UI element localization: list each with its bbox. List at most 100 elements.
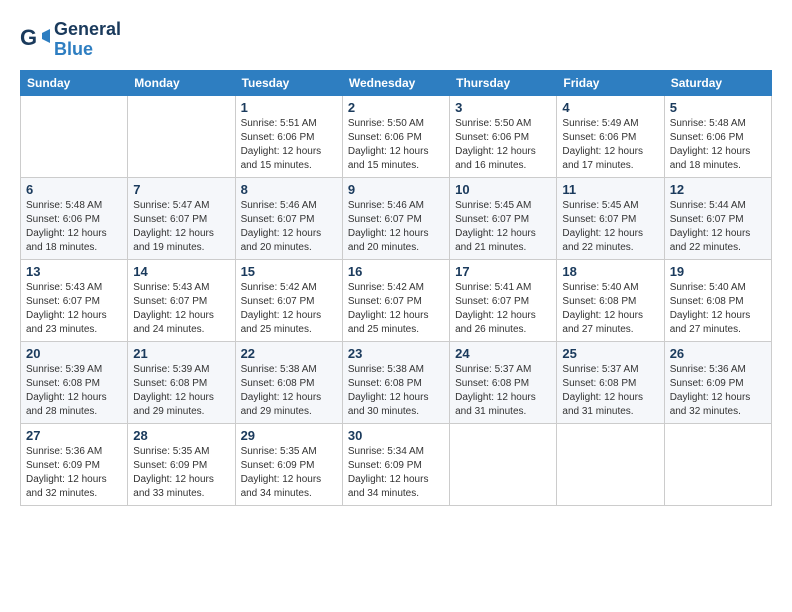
day-info: Sunrise: 5:47 AM Sunset: 6:07 PM Dayligh…: [133, 199, 229, 255]
calendar-week-2: 6 Sunrise: 5:48 AM Sunset: 6:06 PM Daylig…: [21, 177, 772, 259]
calendar-cell: 8 Sunrise: 5:46 AM Sunset: 6:07 PM Daylig…: [235, 177, 342, 259]
col-header-tuesday: Tuesday: [235, 70, 342, 95]
calendar-cell: 4 Sunrise: 5:49 AM Sunset: 6:06 PM Daylig…: [557, 95, 664, 177]
day-info: Sunrise: 5:42 AM Sunset: 6:07 PM Dayligh…: [348, 281, 444, 337]
calendar-week-3: 13 Sunrise: 5:43 AM Sunset: 6:07 PM Dayli…: [21, 259, 772, 341]
logo-text: General Blue: [54, 20, 121, 60]
day-number: 8: [241, 182, 337, 197]
col-header-friday: Friday: [557, 70, 664, 95]
calendar-cell: [21, 95, 128, 177]
day-number: 26: [670, 346, 766, 361]
calendar-cell: 11 Sunrise: 5:45 AM Sunset: 6:07 PM Dayli…: [557, 177, 664, 259]
day-info: Sunrise: 5:35 AM Sunset: 6:09 PM Dayligh…: [241, 445, 337, 501]
col-header-saturday: Saturday: [664, 70, 771, 95]
calendar-cell: 24 Sunrise: 5:37 AM Sunset: 6:08 PM Dayli…: [450, 341, 557, 423]
day-info: Sunrise: 5:39 AM Sunset: 6:08 PM Dayligh…: [133, 363, 229, 419]
calendar-cell: 16Sunrise: 5:42 AM Sunset: 6:07 PM Dayli…: [342, 259, 449, 341]
day-info: Sunrise: 5:49 AM Sunset: 6:06 PM Dayligh…: [562, 117, 658, 173]
calendar-week-5: 27Sunrise: 5:36 AM Sunset: 6:09 PM Dayli…: [21, 423, 772, 505]
day-number: 12: [670, 182, 766, 197]
calendar-cell: [128, 95, 235, 177]
calendar-cell: 17 Sunrise: 5:41 AM Sunset: 6:07 PM Dayli…: [450, 259, 557, 341]
col-header-thursday: Thursday: [450, 70, 557, 95]
logo-icon: G: [20, 25, 50, 55]
day-number: 23: [348, 346, 444, 361]
day-info: Sunrise: 5:50 AM Sunset: 6:06 PM Dayligh…: [455, 117, 551, 173]
day-number: 1: [241, 100, 337, 115]
day-info: Sunrise: 5:41 AM Sunset: 6:07 PM Dayligh…: [455, 281, 551, 337]
day-info: Sunrise: 5:35 AM Sunset: 6:09 PM Dayligh…: [133, 445, 229, 501]
day-info: Sunrise: 5:43 AM Sunset: 6:07 PM Dayligh…: [133, 281, 229, 337]
day-number: 4: [562, 100, 658, 115]
day-number: 3: [455, 100, 551, 115]
calendar-cell: 9Sunrise: 5:46 AM Sunset: 6:07 PM Daylig…: [342, 177, 449, 259]
day-number: 22: [241, 346, 337, 361]
day-number: 20: [26, 346, 122, 361]
calendar-cell: [450, 423, 557, 505]
day-number: 24: [455, 346, 551, 361]
day-number: 6: [26, 182, 122, 197]
calendar-cell: 20 Sunrise: 5:39 AM Sunset: 6:08 PM Dayli…: [21, 341, 128, 423]
calendar-week-1: 1Sunrise: 5:51 AM Sunset: 6:06 PM Daylig…: [21, 95, 772, 177]
day-number: 25: [562, 346, 658, 361]
day-number: 11: [562, 182, 658, 197]
day-info: Sunrise: 5:40 AM Sunset: 6:08 PM Dayligh…: [562, 281, 658, 337]
col-header-monday: Monday: [128, 70, 235, 95]
day-number: 15: [241, 264, 337, 279]
calendar-cell: 28Sunrise: 5:35 AM Sunset: 6:09 PM Dayli…: [128, 423, 235, 505]
calendar-cell: 13 Sunrise: 5:43 AM Sunset: 6:07 PM Dayli…: [21, 259, 128, 341]
day-info: Sunrise: 5:45 AM Sunset: 6:07 PM Dayligh…: [562, 199, 658, 255]
day-number: 30: [348, 428, 444, 443]
day-info: Sunrise: 5:48 AM Sunset: 6:06 PM Dayligh…: [670, 117, 766, 173]
day-number: 9: [348, 182, 444, 197]
calendar-cell: 25 Sunrise: 5:37 AM Sunset: 6:08 PM Dayli…: [557, 341, 664, 423]
day-number: 5: [670, 100, 766, 115]
calendar-cell: 15 Sunrise: 5:42 AM Sunset: 6:07 PM Dayli…: [235, 259, 342, 341]
day-info: Sunrise: 5:39 AM Sunset: 6:08 PM Dayligh…: [26, 363, 122, 419]
day-number: 19: [670, 264, 766, 279]
day-info: Sunrise: 5:36 AM Sunset: 6:09 PM Dayligh…: [26, 445, 122, 501]
day-number: 2: [348, 100, 444, 115]
calendar-cell: 10 Sunrise: 5:45 AM Sunset: 6:07 PM Dayli…: [450, 177, 557, 259]
day-info: Sunrise: 5:37 AM Sunset: 6:08 PM Dayligh…: [455, 363, 551, 419]
day-number: 18: [562, 264, 658, 279]
calendar-cell: 21 Sunrise: 5:39 AM Sunset: 6:08 PM Dayli…: [128, 341, 235, 423]
calendar-cell: 26Sunrise: 5:36 AM Sunset: 6:09 PM Dayli…: [664, 341, 771, 423]
calendar-cell: 22 Sunrise: 5:38 AM Sunset: 6:08 PM Dayli…: [235, 341, 342, 423]
col-header-sunday: Sunday: [21, 70, 128, 95]
day-info: Sunrise: 5:40 AM Sunset: 6:08 PM Dayligh…: [670, 281, 766, 337]
calendar-cell: 18 Sunrise: 5:40 AM Sunset: 6:08 PM Dayli…: [557, 259, 664, 341]
day-number: 14: [133, 264, 229, 279]
day-info: Sunrise: 5:45 AM Sunset: 6:07 PM Dayligh…: [455, 199, 551, 255]
day-info: Sunrise: 5:50 AM Sunset: 6:06 PM Dayligh…: [348, 117, 444, 173]
day-info: Sunrise: 5:48 AM Sunset: 6:06 PM Dayligh…: [26, 199, 122, 255]
page-header: G General Blue: [20, 20, 772, 60]
calendar-cell: 12 Sunrise: 5:44 AM Sunset: 6:07 PM Dayli…: [664, 177, 771, 259]
calendar-cell: 7 Sunrise: 5:47 AM Sunset: 6:07 PM Daylig…: [128, 177, 235, 259]
day-info: Sunrise: 5:44 AM Sunset: 6:07 PM Dayligh…: [670, 199, 766, 255]
day-info: Sunrise: 5:37 AM Sunset: 6:08 PM Dayligh…: [562, 363, 658, 419]
day-info: Sunrise: 5:43 AM Sunset: 6:07 PM Dayligh…: [26, 281, 122, 337]
day-number: 10: [455, 182, 551, 197]
calendar-cell: 27Sunrise: 5:36 AM Sunset: 6:09 PM Dayli…: [21, 423, 128, 505]
calendar-week-4: 20 Sunrise: 5:39 AM Sunset: 6:08 PM Dayli…: [21, 341, 772, 423]
calendar-cell: 23Sunrise: 5:38 AM Sunset: 6:08 PM Dayli…: [342, 341, 449, 423]
calendar-cell: [557, 423, 664, 505]
calendar-cell: 29 Sunrise: 5:35 AM Sunset: 6:09 PM Dayli…: [235, 423, 342, 505]
day-info: Sunrise: 5:46 AM Sunset: 6:07 PM Dayligh…: [241, 199, 337, 255]
logo: G General Blue: [20, 20, 121, 60]
day-number: 21: [133, 346, 229, 361]
calendar-cell: 2 Sunrise: 5:50 AM Sunset: 6:06 PM Daylig…: [342, 95, 449, 177]
day-info: Sunrise: 5:42 AM Sunset: 6:07 PM Dayligh…: [241, 281, 337, 337]
calendar-cell: 5 Sunrise: 5:48 AM Sunset: 6:06 PM Daylig…: [664, 95, 771, 177]
day-info: Sunrise: 5:38 AM Sunset: 6:08 PM Dayligh…: [241, 363, 337, 419]
calendar-cell: 19 Sunrise: 5:40 AM Sunset: 6:08 PM Dayli…: [664, 259, 771, 341]
day-number: 13: [26, 264, 122, 279]
calendar-cell: 14 Sunrise: 5:43 AM Sunset: 6:07 PM Dayli…: [128, 259, 235, 341]
day-number: 29: [241, 428, 337, 443]
calendar-cell: [664, 423, 771, 505]
col-header-wednesday: Wednesday: [342, 70, 449, 95]
calendar-table: SundayMondayTuesdayWednesdayThursdayFrid…: [20, 70, 772, 506]
day-number: 17: [455, 264, 551, 279]
day-number: 7: [133, 182, 229, 197]
